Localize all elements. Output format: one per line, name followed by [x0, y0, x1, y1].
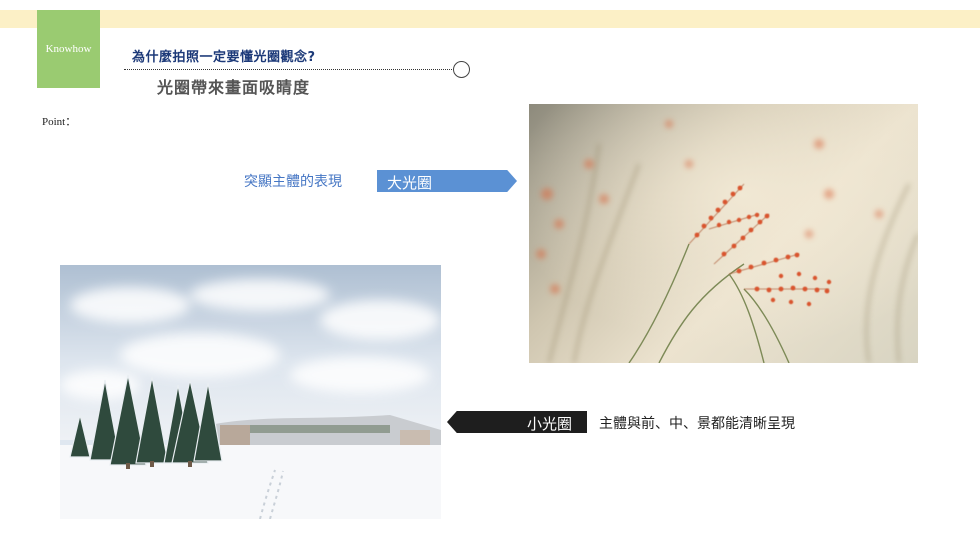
large-aperture-label: 大光圈	[387, 174, 433, 192]
grass-bokeh-illustration	[529, 104, 919, 364]
knowhow-tag: Knowhow	[37, 10, 100, 88]
title-divider	[124, 69, 454, 70]
page-subtitle: 光圈帶來畫面吸睛度	[157, 78, 311, 97]
point-label: Point：	[42, 116, 77, 128]
small-aperture-caption: 主體與前、中、景都能清晰呈現	[599, 416, 795, 432]
snowy-landscape-photo	[60, 265, 441, 520]
grass-bokeh-photo	[529, 104, 919, 364]
divider-circle-icon	[453, 61, 470, 78]
snowy-landscape-illustration	[60, 265, 441, 520]
page-title: 為什麼拍照一定要懂光圈觀念?	[132, 50, 316, 65]
large-aperture-arrow: 大光圈	[377, 170, 517, 192]
small-aperture-label: 小光圈	[527, 415, 573, 433]
knowhow-tag-label: Knowhow	[45, 43, 92, 55]
top-banner-band	[0, 10, 980, 28]
large-aperture-caption: 突顯主體的表現	[244, 174, 342, 190]
small-aperture-arrow: 小光圈	[447, 411, 587, 433]
